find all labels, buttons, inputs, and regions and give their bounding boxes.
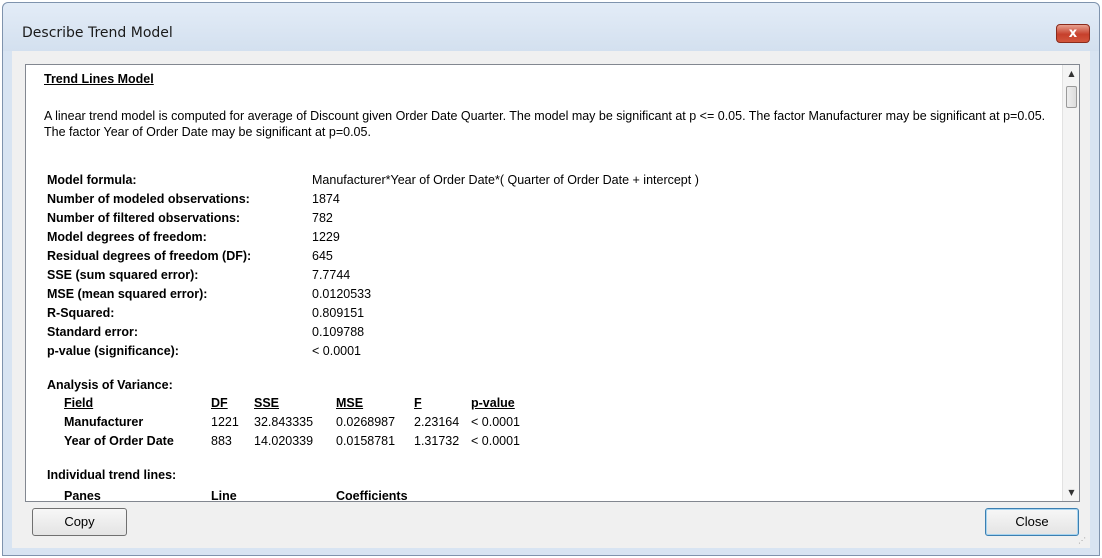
stat-value: 0.809151 <box>312 306 365 320</box>
dialog-title: Describe Trend Model <box>22 25 173 41</box>
anova-header-mse: MSE <box>336 396 364 410</box>
stat-label: Residual degrees of freedom (DF): <box>47 249 252 263</box>
stat-label: Number of modeled observations: <box>47 192 250 206</box>
scroll-down-icon[interactable]: ▼ <box>1063 484 1079 501</box>
stat-value: < 0.0001 <box>312 344 362 358</box>
close-icon[interactable]: x <box>1056 24 1090 43</box>
stat-value: 0.109788 <box>312 325 365 339</box>
anova-cell: < 0.0001 <box>471 434 521 448</box>
stat-label: Standard error: <box>47 325 138 339</box>
stat-value: 0.0120533 <box>312 287 372 301</box>
stat-value: 782 <box>312 211 333 225</box>
report-summary: A linear trend model is computed for ave… <box>44 109 1046 139</box>
dialog-client-area: Trend Lines Model A linear trend model i… <box>12 51 1090 548</box>
report-heading: Trend Lines Model <box>44 72 154 86</box>
anova-cell: 0.0158781 <box>336 434 396 448</box>
stat-value: 7.7744 <box>312 268 351 282</box>
anova-title: Analysis of Variance: <box>47 378 173 392</box>
copy-button[interactable]: Copy <box>32 508 127 536</box>
stat-label: Model degrees of freedom: <box>47 230 207 244</box>
anova-cell: 1221 <box>211 415 239 429</box>
stat-value: 645 <box>312 249 333 263</box>
anova-cell: 883 <box>211 434 232 448</box>
anova-cell: 1.31732 <box>414 434 460 448</box>
anova-cell: < 0.0001 <box>471 415 521 429</box>
anova-row-field: Year of Order Date <box>64 434 174 448</box>
anova-cell: 0.0268987 <box>336 415 396 429</box>
anova-row-field: Manufacturer <box>64 415 144 429</box>
stat-label: SSE (sum squared error): <box>47 268 199 282</box>
anova-header-pvalue: p-value <box>471 396 515 410</box>
scroll-up-icon[interactable]: ▲ <box>1063 65 1079 82</box>
stat-label: p-value (significance): <box>47 344 179 358</box>
close-button[interactable]: Close <box>985 508 1079 536</box>
report-panel[interactable]: Trend Lines Model A linear trend model i… <box>25 64 1080 502</box>
dialog-window: Describe Trend Model x Trend Lines Model… <box>2 2 1100 556</box>
anova-cell: 2.23164 <box>414 415 460 429</box>
anova-header-sse: SSE <box>254 396 280 410</box>
anova-header-field: Field <box>64 396 94 410</box>
stat-value: Manufacturer*Year of Order Date*( Quarte… <box>312 173 699 187</box>
anova-cell: 32.843335 <box>254 415 314 429</box>
report-content: Trend Lines Model A linear trend model i… <box>26 65 1062 501</box>
stat-value: 1229 <box>312 230 340 244</box>
anova-header-f: F <box>414 396 422 410</box>
stat-label: Model formula: <box>47 173 137 187</box>
stat-label: MSE (mean squared error): <box>47 287 208 301</box>
title-bar[interactable]: Describe Trend Model x <box>3 3 1099 51</box>
anova-cell: 14.020339 <box>254 434 314 448</box>
anova-header-df: DF <box>211 396 228 410</box>
trend-header-coefficients: Coefficients <box>336 489 408 502</box>
stat-value: 1874 <box>312 192 340 206</box>
scrollbar-thumb[interactable] <box>1066 86 1077 108</box>
resize-grip-icon[interactable]: ⋰ <box>1078 536 1088 546</box>
vertical-scrollbar[interactable]: ▲ ▼ <box>1062 65 1079 501</box>
stat-label: R-Squared: <box>47 306 115 320</box>
trend-header-line: Line <box>211 489 237 502</box>
stat-label: Number of filtered observations: <box>47 211 241 225</box>
trend-lines-title: Individual trend lines: <box>47 468 177 482</box>
trend-header-panes: Panes <box>64 489 101 502</box>
